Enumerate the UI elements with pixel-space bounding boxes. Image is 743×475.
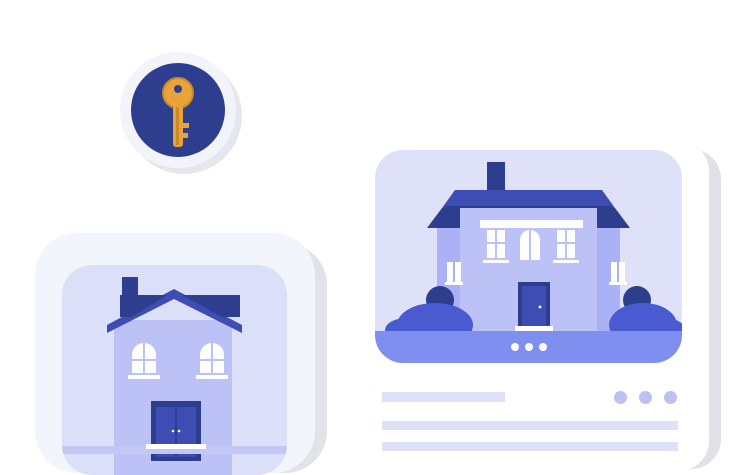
placeholder-text-line (382, 442, 678, 451)
carousel-dot[interactable] (524, 343, 533, 351)
key-icon (162, 77, 194, 147)
house-icon (62, 277, 287, 475)
carousel-dots (375, 343, 682, 351)
option-dot[interactable] (639, 391, 652, 404)
placeholder-title-line (382, 392, 505, 402)
property-photo-small (62, 265, 287, 475)
house-icon (375, 162, 682, 363)
option-dot[interactable] (614, 391, 627, 404)
carousel-dot[interactable] (510, 343, 519, 351)
placeholder-text-line (382, 421, 678, 430)
listing-photo[interactable] (375, 150, 682, 363)
carousel-dot[interactable] (538, 343, 547, 351)
option-dot[interactable] (664, 391, 677, 404)
